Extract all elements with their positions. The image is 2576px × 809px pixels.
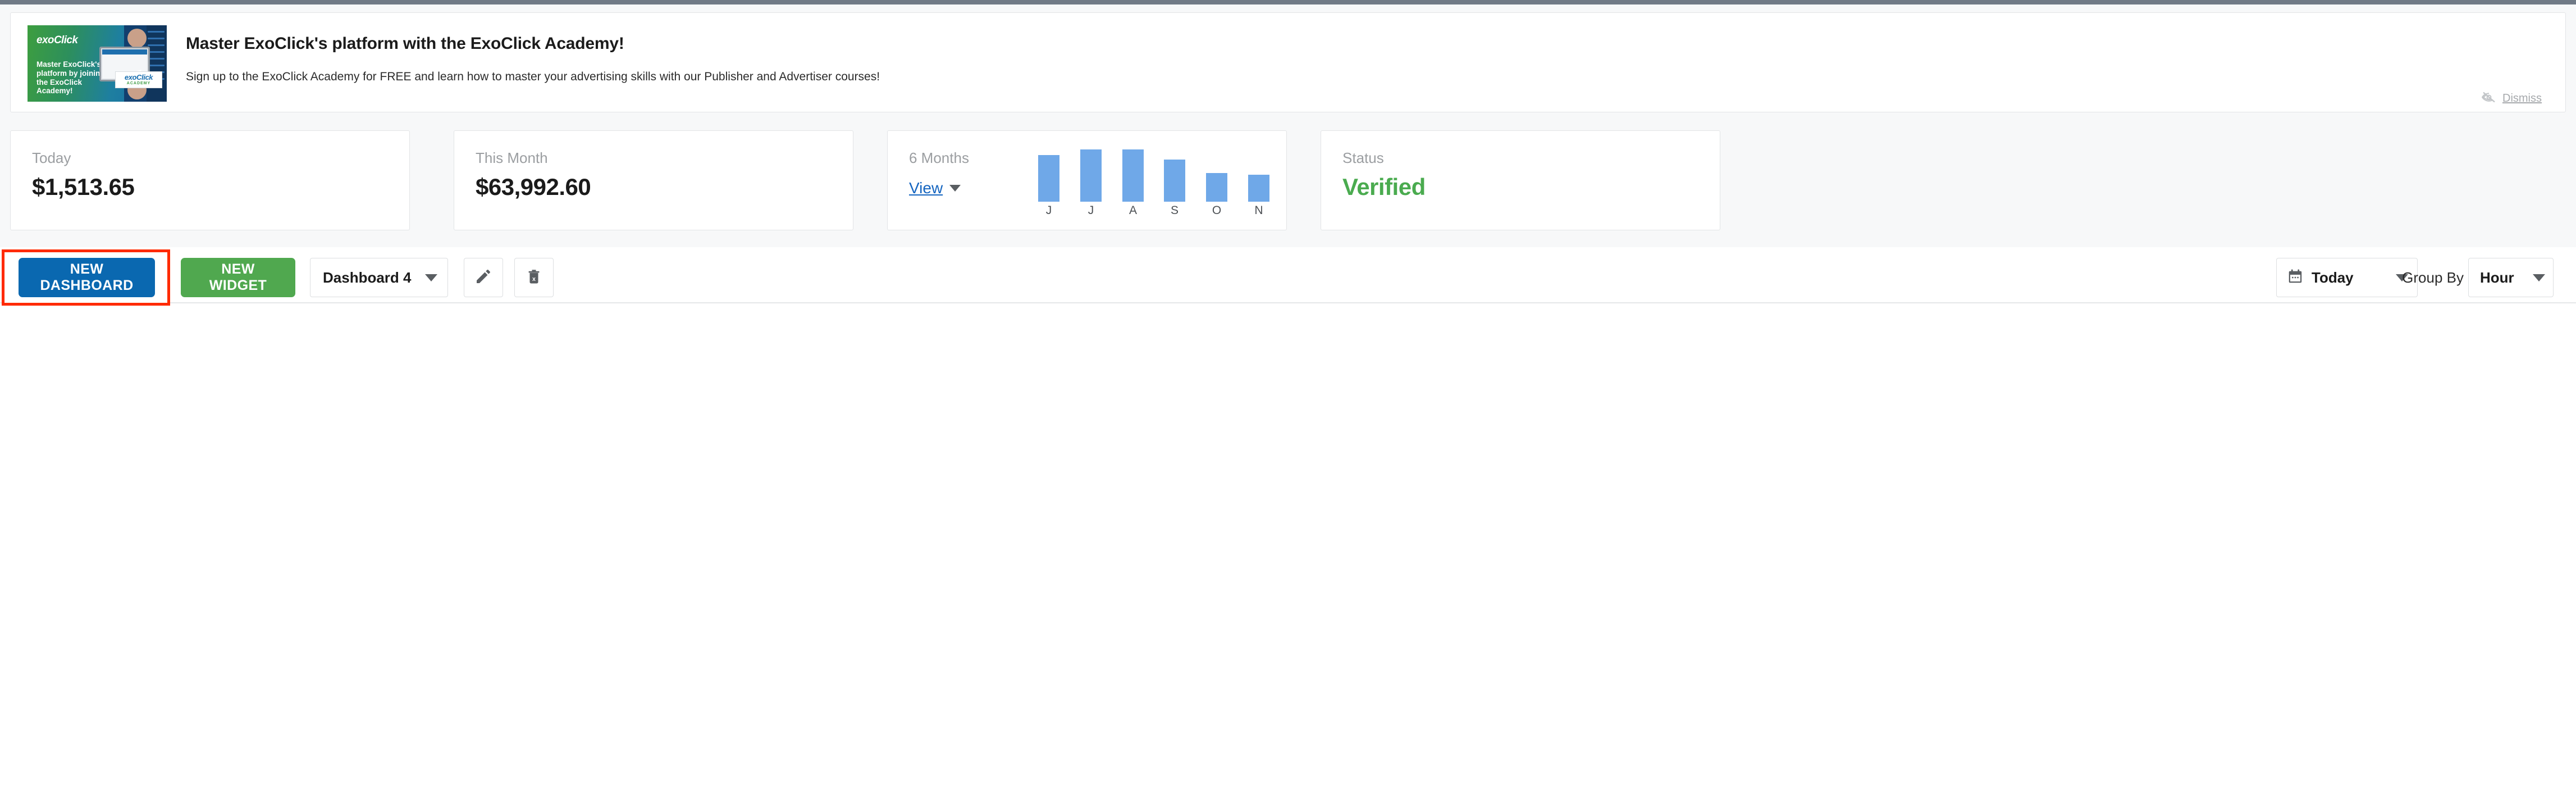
badge-academy-text: ACADEMY <box>126 81 151 85</box>
thumbnail-sidebar-lines <box>148 31 165 98</box>
edit-dashboard-button[interactable] <box>464 258 503 297</box>
dashboard-page: exoClick Master ExoClick's platform by j… <box>0 0 2576 809</box>
chart-bar <box>1248 175 1269 202</box>
svg-text:x: x <box>532 275 536 282</box>
chart-bar <box>1122 149 1144 202</box>
promo-banner: exoClick Master ExoClick's platform by j… <box>10 12 2566 112</box>
caret-down-icon <box>949 185 961 192</box>
date-range-select[interactable]: Today <box>2276 258 2418 297</box>
promo-title: Master ExoClick's platform with the ExoC… <box>186 34 624 53</box>
chart-bar <box>1038 155 1059 202</box>
view-label: View <box>909 179 943 197</box>
chart-x-label: N <box>1254 204 1263 217</box>
chart-x-label: A <box>1129 204 1137 217</box>
delete-dashboard-button[interactable]: x <box>514 258 554 297</box>
chart-bar <box>1164 160 1185 202</box>
card-value-today: $1,513.65 <box>32 174 135 200</box>
chart-x-label: O <box>1212 204 1222 217</box>
calendar-icon <box>2287 268 2304 288</box>
stat-card-this-month: This Month $63,992.60 <box>454 130 853 230</box>
chart-bar <box>1080 149 1102 202</box>
six-months-bar-chart: JJASON <box>1038 143 1269 222</box>
card-value-this-month: $63,992.60 <box>476 174 591 200</box>
chart-x-label: S <box>1170 204 1179 217</box>
chevron-down-icon <box>425 274 437 281</box>
chart-x-label: J <box>1045 204 1052 217</box>
top-strip <box>0 0 2576 4</box>
new-dashboard-button[interactable]: NEW DASHBOARD <box>19 258 155 297</box>
thumbnail-academy-badge: exoClick ACADEMY <box>115 71 162 88</box>
trash-icon: x <box>526 268 542 288</box>
dashboard-select[interactable]: Dashboard 4 <box>310 258 448 297</box>
card-label-status: Status <box>1342 149 1384 166</box>
stat-card-today: Today $1,513.65 <box>10 130 410 230</box>
thumbnail-headline: Master ExoClick's platform by joining th… <box>36 60 105 96</box>
date-range-value: Today <box>2312 269 2354 286</box>
card-label-this-month: This Month <box>476 149 548 166</box>
chevron-down-icon-groupby <box>2533 274 2545 281</box>
promo-subtitle: Sign up to the ExoClick Academy for FREE… <box>186 70 880 83</box>
thumbnail-person-top <box>127 29 147 48</box>
group-by-value: Hour <box>2480 269 2514 286</box>
eye-slash-icon <box>2481 92 2496 106</box>
new-widget-button[interactable]: NEW WIDGET <box>181 258 295 297</box>
dismiss-banner-button[interactable]: Dismiss <box>2481 92 2542 106</box>
card-value-status: Verified <box>1342 174 1426 200</box>
chart-x-label: J <box>1088 204 1094 217</box>
chart-bar <box>1206 173 1227 202</box>
card-label-today: Today <box>32 149 71 166</box>
card-label-six-months: 6 Months <box>909 149 969 166</box>
view-six-months-button[interactable]: View <box>909 179 961 197</box>
stat-card-status: Status Verified <box>1321 130 1720 230</box>
thumbnail-logo: exoClick <box>36 34 78 46</box>
group-by-label: Group By <box>2402 269 2464 286</box>
dismiss-label: Dismiss <box>2502 92 2542 104</box>
stat-card-six-months: 6 Months View J J A S O N <box>887 130 1287 230</box>
group-by-select[interactable]: Hour <box>2468 258 2554 297</box>
pencil-icon <box>474 267 492 288</box>
promo-thumbnail-image: exoClick Master ExoClick's platform by j… <box>28 25 167 102</box>
badge-logo-text: exoClick <box>124 72 153 81</box>
dashboard-select-value: Dashboard 4 <box>323 269 412 286</box>
